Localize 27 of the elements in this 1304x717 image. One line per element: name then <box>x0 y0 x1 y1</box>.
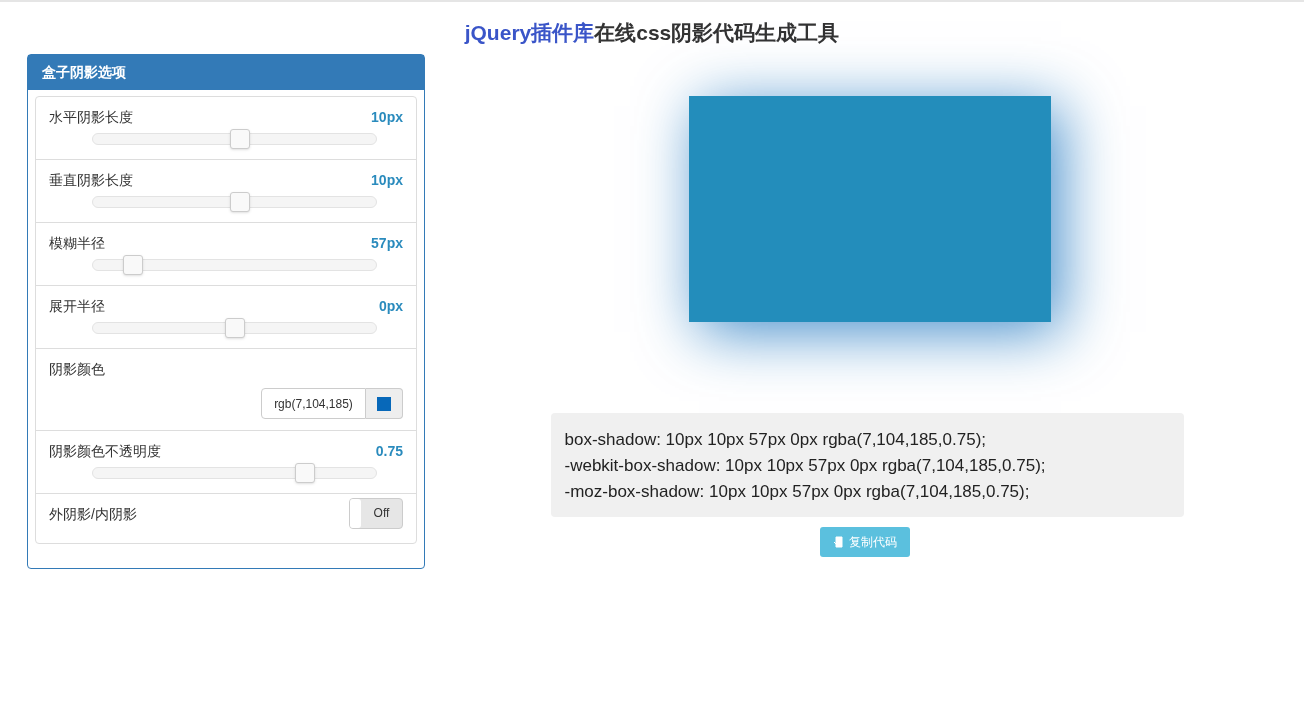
toggle-switch[interactable]: Off <box>349 497 403 529</box>
value-reading: 57px <box>371 233 403 253</box>
slider-handle[interactable] <box>230 192 251 212</box>
value-reading: 10px <box>371 107 403 127</box>
option-label: 模糊半径 <box>49 233 105 253</box>
option-label: 展开半径 <box>49 296 105 316</box>
value-reading: 10px <box>371 170 403 190</box>
option-label: 垂直阴影长度 <box>49 170 133 190</box>
option-label: 外阴影/内阴影 <box>49 504 137 524</box>
slider-handle[interactable] <box>230 129 251 149</box>
option-label: 阴影颜色 <box>49 359 105 379</box>
color-input[interactable]: rgb(7,104,185) <box>261 388 366 419</box>
color-picker-button[interactable] <box>366 388 403 419</box>
slider-handle[interactable] <box>224 318 245 338</box>
option-label: 阴影颜色不透明度 <box>49 441 161 461</box>
option-label: 水平阴影长度 <box>49 107 133 127</box>
value-reading: 0px <box>378 296 403 316</box>
slider-handle[interactable] <box>295 463 316 483</box>
clipboard-icon <box>833 536 845 548</box>
site-link[interactable]: jQuery插件库 <box>464 21 595 44</box>
value-reading: 0.75 <box>375 441 403 461</box>
panel-title: 盒子阴影选项 <box>28 55 424 90</box>
code-line: box-shadow: 10px 10px 57px 0px rgba(7,104,185,0.75); <box>564 429 987 451</box>
code-line: -webkit-box-shadow: 10px 10px 57px 0px rgba(7,104,185,0.75); <box>564 455 1047 477</box>
slider-handle[interactable] <box>122 255 143 275</box>
page-title: 在线css阴影代码生成工具 <box>594 21 840 44</box>
code-line: -moz-box-shadow: 10px 10px 57px 0px rgba(7,104,185,0.75); <box>564 481 1031 503</box>
